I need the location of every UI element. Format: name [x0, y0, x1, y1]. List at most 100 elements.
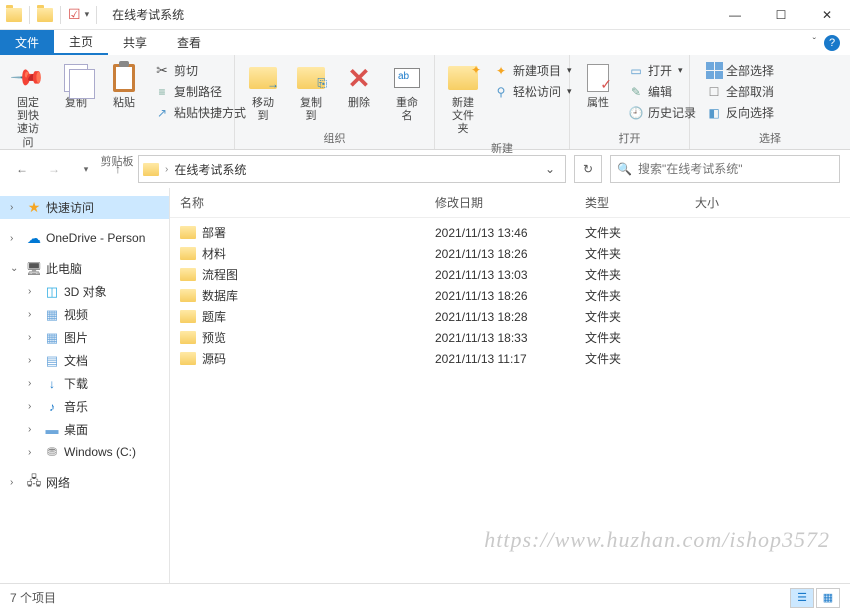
easy-access-button[interactable]: ⚲轻松访问▾ [489, 82, 576, 101]
file-row[interactable]: 源码2021/11/13 11:17文件夹 [170, 348, 850, 369]
search-input[interactable] [638, 162, 833, 176]
copy-button[interactable]: 复制 [54, 59, 98, 113]
new-item-button[interactable]: ✦新建项目▾ [489, 61, 576, 80]
col-date[interactable]: 修改日期 [435, 194, 585, 211]
properties-button[interactable]: 属性 [576, 59, 620, 113]
file-type: 文件夹 [585, 308, 695, 325]
cut-icon: ✂ [154, 63, 170, 79]
file-date: 2021/11/13 18:26 [435, 247, 585, 261]
rename-icon [394, 68, 420, 88]
qat-dropdown[interactable]: ▾ [85, 9, 90, 20]
sidebar-item-documents[interactable]: ›▤文档 [0, 349, 169, 372]
paste-button[interactable]: 粘贴 [102, 59, 146, 113]
sidebar-item-desktop[interactable]: ›▬桌面 [0, 418, 169, 441]
delete-button[interactable]: ✕删除 [337, 59, 381, 113]
documents-icon: ▤ [44, 353, 60, 369]
back-button[interactable]: ← [10, 157, 34, 181]
file-date: 2021/11/13 13:46 [435, 226, 585, 240]
navigation-pane: ›★快速访问 ›☁OneDrive - Person ⌄🖥此电脑 ›◫3D 对象… [0, 188, 170, 583]
sidebar-item-this-pc[interactable]: ⌄🖥此电脑 [0, 257, 169, 280]
minimize-button[interactable]: — [712, 0, 758, 30]
sidebar-item-c-drive[interactable]: ›⛃Windows (C:) [0, 441, 169, 463]
col-size[interactable]: 大小 [695, 194, 850, 211]
new-folder-button[interactable]: 新建 文件夹 [441, 59, 485, 140]
file-row[interactable]: 材料2021/11/13 18:26文件夹 [170, 243, 850, 264]
col-name[interactable]: 名称 [180, 194, 435, 211]
file-type: 文件夹 [585, 224, 695, 241]
tab-home[interactable]: 主页 [54, 30, 108, 55]
sidebar-item-onedrive[interactable]: ›☁OneDrive - Person [0, 227, 169, 249]
large-icons-view-button[interactable]: ▦ [816, 588, 840, 608]
cube-icon: ◫ [44, 284, 60, 300]
file-row[interactable]: 流程图2021/11/13 13:03文件夹 [170, 264, 850, 285]
new-folder-icon [448, 66, 478, 90]
pin-icon: 📌 [9, 59, 47, 97]
status-item-count: 7 个项目 [10, 589, 56, 606]
file-row[interactable]: 题库 2021/11/13 18:28文件夹 [170, 306, 850, 327]
search-icon: 🔍 [617, 162, 632, 176]
select-none-button[interactable]: ☐全部取消 [702, 82, 778, 101]
refresh-button[interactable]: ↻ [574, 155, 602, 183]
folder-icon [180, 268, 196, 281]
details-view-button[interactable]: ☰ [790, 588, 814, 608]
star-icon: ★ [26, 200, 42, 216]
sidebar-item-network[interactable]: ›🖧网络 [0, 471, 169, 494]
file-row[interactable]: 预览2021/11/13 18:33文件夹 [170, 327, 850, 348]
tab-file[interactable]: 文件 [0, 30, 54, 55]
sidebar-item-downloads[interactable]: ›↓下载 [0, 372, 169, 395]
file-name: 题库 [202, 308, 226, 325]
forward-button[interactable]: → [42, 157, 66, 181]
file-name: 预览 [202, 329, 226, 346]
move-to-button[interactable]: 移动到 [241, 59, 285, 126]
sidebar-item-quick-access[interactable]: ›★快速访问 [0, 196, 169, 219]
folder-icon [143, 163, 159, 176]
address-bar[interactable]: › 在线考试系统 ⌄ [138, 155, 566, 183]
history-button[interactable]: 🕘历史记录 [624, 103, 700, 122]
paste-icon [113, 64, 135, 92]
open-button[interactable]: ▭打开▾ [624, 61, 700, 80]
copy-to-button[interactable]: 复制到 [289, 59, 333, 126]
column-headers[interactable]: 名称 修改日期 类型 大小 [170, 188, 850, 218]
folder-icon [180, 226, 196, 239]
pin-to-quick-access-button[interactable]: 📌 固定到快 速访问 [6, 59, 50, 153]
rename-button[interactable]: 重命名 [385, 59, 429, 126]
move-icon [249, 67, 277, 89]
new-item-icon: ✦ [493, 63, 509, 79]
up-button[interactable]: ↑ [106, 157, 130, 181]
address-dropdown[interactable]: ⌄ [539, 162, 561, 176]
pc-icon: 🖥 [26, 261, 42, 277]
invert-selection-button[interactable]: ◧反向选择 [702, 103, 778, 122]
edit-button[interactable]: ✎编辑 [624, 82, 700, 101]
file-name: 源码 [202, 350, 226, 367]
ribbon-collapse[interactable]: ˇ [813, 37, 816, 48]
col-type[interactable]: 类型 [585, 194, 695, 211]
file-date: 2021/11/13 18:26 [435, 289, 585, 303]
file-name: 部署 [202, 224, 226, 241]
window-title: 在线考试系统 [112, 6, 184, 23]
disk-icon: ⛃ [44, 444, 60, 460]
folder-icon [180, 331, 196, 344]
file-date: 2021/11/13 11:17 [435, 352, 585, 366]
breadcrumb[interactable]: 在线考试系统 [174, 161, 246, 178]
sidebar-item-pictures[interactable]: ›▦图片 [0, 326, 169, 349]
select-all-button[interactable]: 全部选择 [702, 61, 778, 80]
close-button[interactable]: ✕ [804, 0, 850, 30]
maximize-button[interactable]: ☐ [758, 0, 804, 30]
delete-icon: ✕ [347, 62, 370, 95]
tab-share[interactable]: 共享 [108, 30, 162, 55]
sidebar-item-videos[interactable]: ›▦视频 [0, 303, 169, 326]
folder-icon [180, 352, 196, 365]
recent-dropdown[interactable]: ▾ [74, 157, 98, 181]
copyto-icon [297, 67, 325, 89]
copy-icon [64, 64, 88, 92]
sidebar-item-3d-objects[interactable]: ›◫3D 对象 [0, 280, 169, 303]
file-name: 数据库 [202, 287, 238, 304]
file-row[interactable]: 数据库2021/11/13 18:26文件夹 [170, 285, 850, 306]
select-none-icon: ☐ [706, 84, 722, 100]
file-date: 2021/11/13 18:28 [435, 310, 585, 324]
search-box[interactable]: 🔍 [610, 155, 840, 183]
tab-view[interactable]: 查看 [162, 30, 216, 55]
help-icon[interactable]: ? [824, 35, 840, 51]
sidebar-item-music[interactable]: ›♪音乐 [0, 395, 169, 418]
file-row[interactable]: 部署 2021/11/13 13:46文件夹 [170, 222, 850, 243]
